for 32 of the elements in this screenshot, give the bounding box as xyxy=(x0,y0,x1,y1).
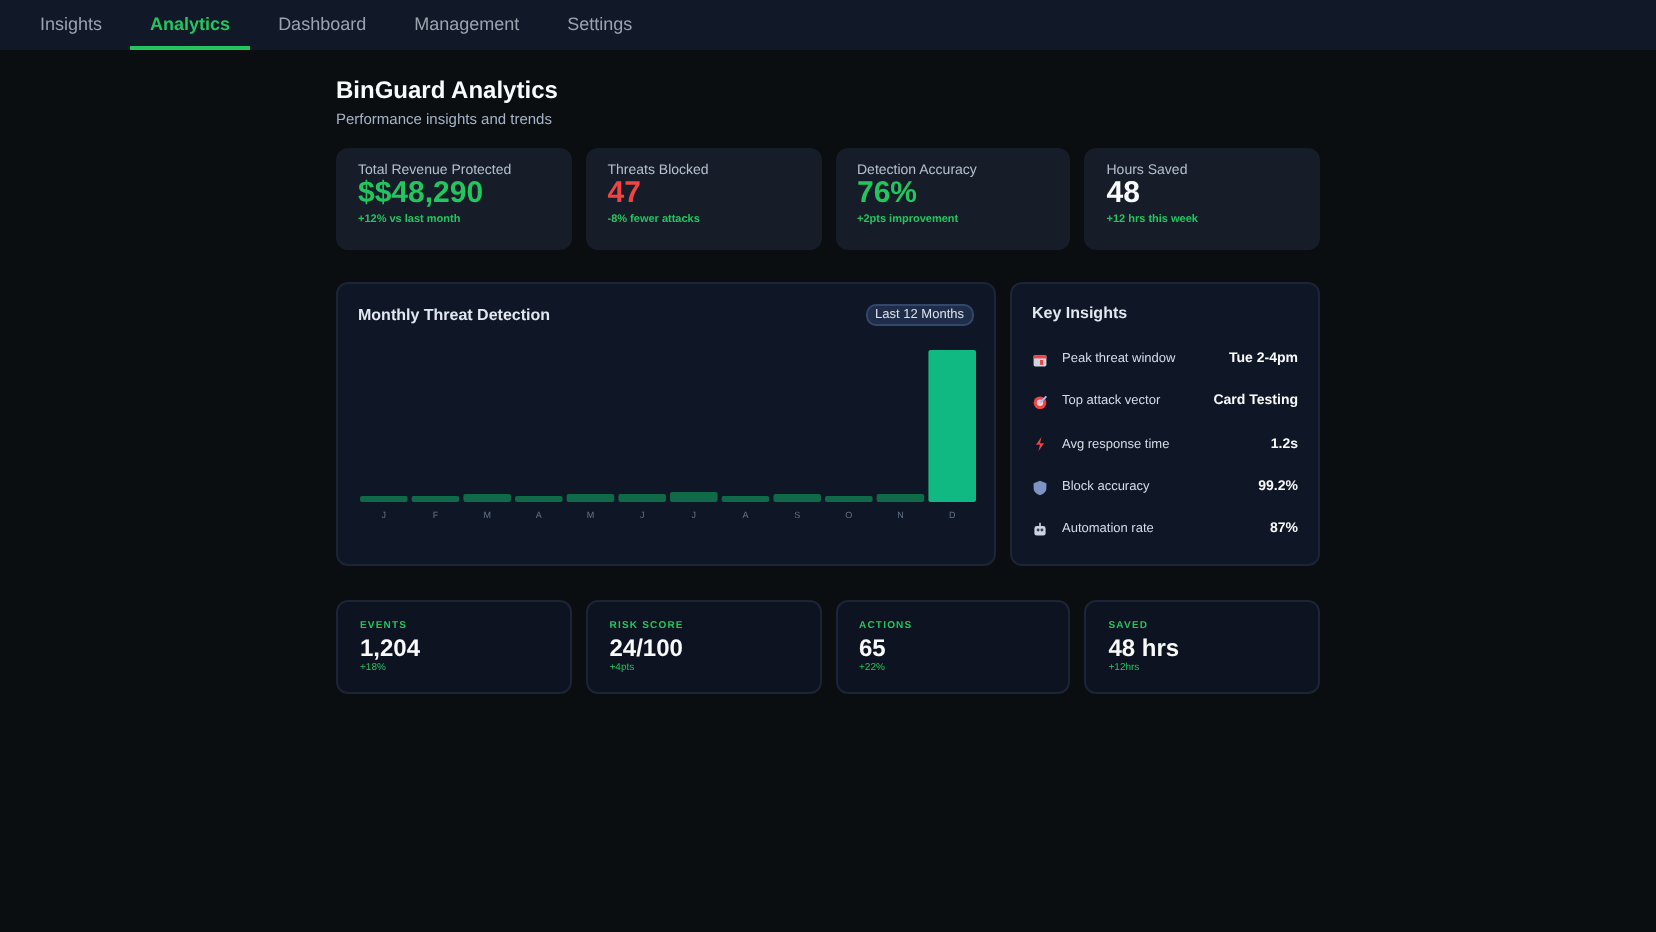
chart-bar xyxy=(618,494,666,502)
metric-value: 47 xyxy=(607,178,643,210)
chart-bar xyxy=(825,496,873,502)
chart-title: Monthly Threat Detection xyxy=(358,306,551,324)
metric-value: 76% xyxy=(857,178,919,210)
nav-tab[interactable]: Management xyxy=(394,0,540,50)
chart-bar xyxy=(515,496,563,502)
chart-bar xyxy=(360,496,408,502)
chart-bar xyxy=(566,494,615,502)
lightning-icon xyxy=(1032,436,1048,453)
nav-tab[interactable]: Settings xyxy=(547,0,653,50)
metric-value: 48 xyxy=(1106,178,1142,210)
chart-bar xyxy=(721,496,770,502)
insights-title: Key Insights xyxy=(1032,304,1130,322)
calendar-icon xyxy=(1032,351,1048,368)
chart-bar xyxy=(876,494,925,502)
nav-tab[interactable]: Analytics xyxy=(130,0,251,50)
stat-value: 48 hrs xyxy=(1108,634,1182,662)
target-icon xyxy=(1032,393,1048,410)
chart-bar xyxy=(463,494,511,502)
chart-bar xyxy=(773,494,821,502)
chart-bar xyxy=(670,492,718,502)
shield-icon xyxy=(1032,479,1048,496)
chart-bar xyxy=(411,496,460,502)
page-title: BinGuard Analytics xyxy=(336,76,560,104)
stat-value: 65 xyxy=(859,634,888,662)
stat-value: 1,204 xyxy=(360,634,423,662)
robot-icon xyxy=(1032,521,1048,538)
nav-tab[interactable]: Insights xyxy=(20,0,123,50)
stat-value: 24/100 xyxy=(609,634,685,662)
nav-tab[interactable]: Dashboard xyxy=(258,0,387,50)
metric-value: $$48,290 xyxy=(358,178,486,210)
